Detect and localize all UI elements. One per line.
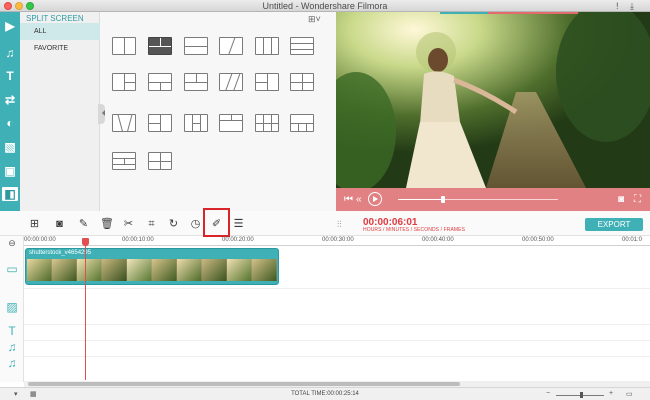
speed-icon[interactable]: ◷: [189, 218, 202, 230]
filter-icon[interactable]: ◐: [3, 116, 17, 130]
ruler-label: 00:00:50:00: [522, 237, 554, 243]
snapshot-icon[interactable]: ◙: [618, 194, 624, 206]
record-icon[interactable]: ◙: [53, 218, 66, 230]
download-icon[interactable]: ⤓: [630, 1, 634, 12]
marker-icon[interactable]: ⫶⫶: [337, 219, 342, 230]
cut-icon[interactable]: ✂: [122, 218, 135, 230]
ruler-label: 00:00:20:00: [222, 237, 254, 243]
split-screen-icon[interactable]: ◧: [2, 187, 18, 201]
transition-icon[interactable]: ⇄: [3, 93, 17, 107]
export-button[interactable]: EXPORT: [585, 218, 643, 231]
zoom-out-icon[interactable]: −: [546, 390, 550, 397]
zoom-in-icon[interactable]: +: [609, 390, 613, 397]
image-track-icon: ▨: [6, 300, 18, 314]
split-template[interactable]: [219, 114, 243, 132]
split-template[interactable]: [255, 114, 279, 132]
category-header: SPLIT SCREEN: [26, 14, 84, 23]
ruler-label: 00:00:30:00: [322, 237, 354, 243]
video-track-icon: ▭: [6, 262, 18, 276]
category-list: SPLIT SCREEN ALL FAVORITE: [20, 12, 100, 211]
ruler-label: 00:00:10:00: [122, 237, 154, 243]
fullscreen-icon[interactable]: ⛶: [634, 194, 641, 206]
crop-icon[interactable]: ⌗: [145, 218, 158, 230]
split-template-selected[interactable]: [148, 37, 172, 55]
play-button[interactable]: [368, 192, 382, 206]
split-template[interactable]: [219, 37, 243, 55]
video-preview: [336, 12, 650, 188]
window-title: Untitled - Wondershare Filmora: [262, 1, 388, 11]
clip-name: shutterstock_v4654295: [29, 250, 92, 256]
edit-toolbar: ⊞ ◙ ✎ 🗑 ✂ ⌗ ↻ ◷ ✐ ☰: [0, 211, 650, 236]
split-template[interactable]: [112, 37, 136, 55]
split-screen-grid: ⊞˅: [98, 12, 336, 211]
music-icon[interactable]: ♫: [3, 46, 17, 60]
split-template[interactable]: [184, 37, 208, 55]
previous-frame-icon[interactable]: ⏮: [344, 194, 353, 206]
preview-scrubber[interactable]: [398, 199, 558, 200]
filmora-window: Untitled - Wondershare Filmora ! ⤓ ▶ ♫ T…: [0, 0, 650, 400]
preview-panel: ⏮ « ◙ ⛶: [336, 12, 650, 211]
split-template[interactable]: [148, 73, 172, 91]
overlay-icon[interactable]: ▧: [3, 140, 17, 154]
add-media-icon[interactable]: ⊞: [28, 218, 41, 230]
ruler-label: 00:01:0: [622, 237, 643, 243]
timeline-scrollbar[interactable]: [28, 382, 460, 386]
playhead-line[interactable]: [85, 238, 86, 380]
track-header-column: ⊖ ▭ ▨ T ♫ ♫: [0, 236, 24, 382]
edit-pen-icon[interactable]: ✎: [77, 218, 90, 230]
settings-sliders-icon[interactable]: ☰: [232, 218, 245, 230]
split-template[interactable]: [184, 73, 208, 91]
title-bar: Untitled - Wondershare Filmora ! ⤓: [0, 0, 650, 12]
clip-thumbnails: [27, 259, 277, 281]
split-template[interactable]: [290, 114, 314, 132]
split-template[interactable]: [184, 114, 208, 132]
ruler-baseline: [24, 245, 650, 246]
split-template[interactable]: [112, 114, 136, 132]
split-template[interactable]: [148, 114, 172, 132]
track-divider: [24, 324, 650, 325]
scrubber-handle[interactable]: [441, 196, 445, 203]
playback-controls: ⏮ « ◙ ⛶: [336, 188, 650, 211]
video-clip[interactable]: shutterstock_v4654295: [25, 248, 279, 285]
category-favorite[interactable]: FAVORITE: [20, 40, 100, 57]
split-template[interactable]: [219, 73, 243, 91]
delete-icon[interactable]: 🗑: [100, 218, 114, 230]
split-template[interactable]: [290, 37, 314, 55]
elements-icon[interactable]: ▣: [3, 164, 17, 178]
total-time: TOTAL TIME:00:00:25:14: [291, 391, 359, 397]
text-icon[interactable]: T: [3, 69, 17, 83]
status-bar: ▾ ▦ TOTAL TIME:00:00:25:14 − + ▭: [0, 387, 650, 400]
music-track-icon: ♫: [7, 340, 17, 354]
media-icon[interactable]: ▶: [3, 19, 17, 33]
text-track-icon: T: [8, 324, 16, 338]
ruler-label: 00:00:40:00: [422, 237, 454, 243]
split-template[interactable]: [148, 152, 172, 170]
track-divider: [24, 356, 650, 357]
rotate-icon[interactable]: ↻: [167, 218, 180, 230]
playhead-handle[interactable]: [82, 238, 89, 246]
split-template[interactable]: [290, 73, 314, 91]
render-progress-fill: [440, 12, 488, 14]
collapse-panel-button[interactable]: [98, 104, 105, 124]
zoom-handle[interactable]: [580, 392, 583, 398]
track-divider: [24, 288, 650, 289]
split-template[interactable]: [112, 152, 136, 170]
track-manager-icon[interactable]: ⊖: [4, 236, 20, 250]
track-divider: [24, 340, 650, 341]
split-template[interactable]: [255, 37, 279, 55]
timecode-format-label: HOURS / MINUTES / SECONDS / FRAMES: [363, 227, 466, 233]
highlight-box: [203, 208, 230, 237]
notification-icon[interactable]: !: [616, 1, 619, 11]
category-all[interactable]: ALL: [20, 23, 100, 40]
rewind-icon[interactable]: «: [356, 194, 362, 206]
ruler-label: 00:00:00:00: [24, 237, 56, 243]
split-template[interactable]: [255, 73, 279, 91]
library-rail: ▶ ♫ T ⇄ ◐ ▧ ▣ ◧: [0, 12, 20, 211]
grid-view-icon[interactable]: ⊞˅: [308, 14, 326, 24]
fit-timeline-icon[interactable]: ▭: [626, 390, 633, 398]
audio-track-icon: ♫: [7, 356, 17, 370]
split-template[interactable]: [112, 73, 136, 91]
